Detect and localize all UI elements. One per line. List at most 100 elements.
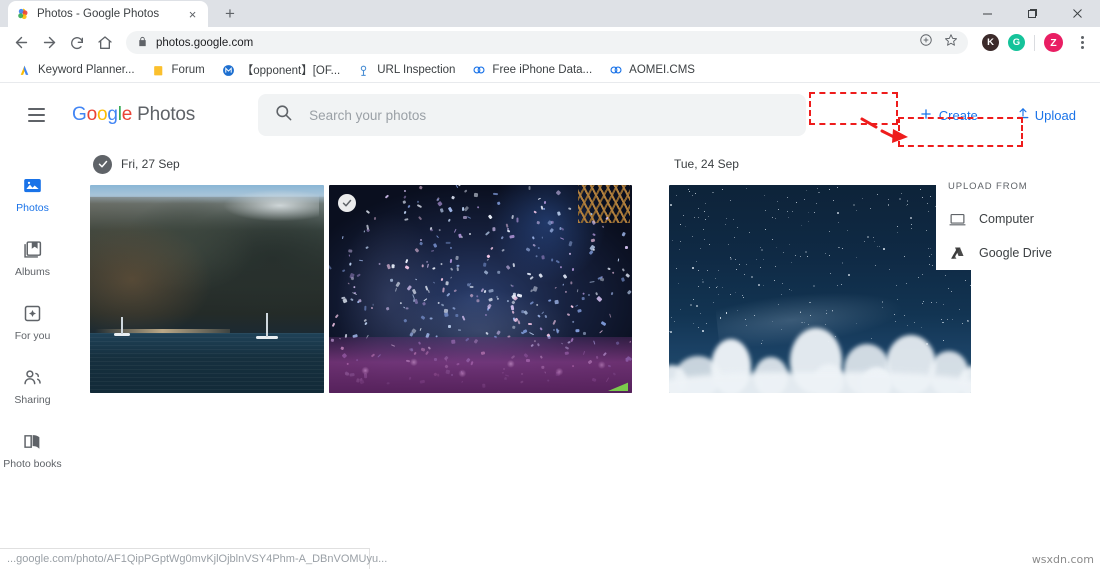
ocean-water [90,332,324,393]
google-photos-favicon [16,7,30,21]
upload-from-drive-label: Google Drive [979,246,1052,260]
checkmark-circle-icon[interactable] [93,154,112,174]
section-date-row: Fri, 27 Sep [90,147,632,181]
hamburger-menu-icon[interactable] [14,93,58,137]
app-sidebar: Photos Albums For you Sharing Photo book… [0,147,65,483]
create-button[interactable]: Create [909,101,988,130]
upload-icon [1016,106,1030,124]
back-button[interactable] [8,30,34,56]
sidebar-item-for-you[interactable]: For you [0,291,65,355]
bookmark-label: Keyword Planner... [38,64,135,76]
photo-books-icon [22,430,44,452]
sidebar-item-albums[interactable]: Albums [0,227,65,291]
search-console-icon [356,63,371,78]
install-icon[interactable] [919,33,933,52]
bookmark-label: Free iPhone Data... [492,64,593,76]
maximize-button[interactable] [1010,0,1055,27]
google-ads-icon [17,63,32,78]
lock-icon [137,34,148,52]
browser-window: Photos - Google Photos × + photos.google… [0,0,1100,586]
window-controls [965,0,1100,27]
for-you-icon [22,302,44,324]
upload-from-drive-item[interactable]: Google Drive [936,236,1082,270]
sharing-icon [22,366,44,388]
upload-button-label: Upload [1034,107,1076,123]
bookmark-label: 【opponent】[OF... [241,65,341,77]
address-bar-url: photos.google.com [156,36,254,49]
logo-product-name: Photos [137,104,196,125]
kebab-menu-icon[interactable] [1072,32,1092,54]
app-header: GooglePhotos Search your photos Create [0,83,1100,147]
logo-letter-o2: o [96,104,108,125]
sidebar-item-label: For you [14,330,51,342]
photo-napali-cliffs[interactable] [90,185,324,393]
bookmark-free-iphone-data[interactable]: Free iPhone Data... [464,61,599,80]
photo-concert-confetti[interactable] [329,185,632,393]
extension-icons: K G Z [976,32,1092,54]
create-button-label: Create [938,107,978,123]
bookmark-aomei-cms[interactable]: AOMEI.CMS [601,61,702,80]
tab-close-icon[interactable]: × [185,7,200,22]
logo-letter-o1: o [86,104,98,125]
address-bar[interactable]: photos.google.com [126,31,968,54]
albums-icon [22,238,44,260]
sidebar-item-label: Photos [16,202,49,214]
photo-night-sky-clouds[interactable] [669,185,971,393]
new-tab-button[interactable]: + [217,3,243,25]
bookmark-label: AOMEI.CMS [629,64,695,76]
home-button[interactable] [92,30,118,56]
google-photos-logo: Google Photos [72,104,195,126]
section-date-label: Tue, 24 Sep [674,157,739,171]
bookmark-label: URL Inspection [377,64,456,76]
extension-k[interactable]: K [982,34,999,51]
bookmarks-bar: Keyword Planner... Forum 【opponent】[OF..… [0,58,1100,83]
concert-crowd [329,336,632,393]
status-bar-url: ...google.com/photo/AF1QipPGptWg0mvKjlOj… [7,553,388,565]
star-icon[interactable] [944,33,958,52]
bookmark-keyword-planner[interactable]: Keyword Planner... [10,61,142,80]
status-bar: ...google.com/photo/AF1QipPGptWg0mvKjlOj… [0,548,387,569]
upload-from-computer-item[interactable]: Computer [936,202,1082,236]
bookmark-opponent[interactable]: 【opponent】[OF... [214,60,347,80]
logo-letter-e: e [121,104,133,125]
photo-section-2: Tue, 24 Sep [669,147,971,393]
tab-strip: Photos - Google Photos × + [0,0,1100,27]
toolbar-divider [1034,34,1035,51]
sidebar-item-photo-books[interactable]: Photo books [0,419,65,483]
cloud-mist [221,189,320,223]
browser-tab[interactable]: Photos - Google Photos × [8,1,208,27]
photo-select-checkmark-circle-icon[interactable] [338,194,356,212]
upload-from-menu: UPLOAD FROM Computer Google Drive [936,173,1082,270]
section-thumbnails [90,181,632,393]
minimize-button[interactable] [965,0,1010,27]
profile-avatar-letter: Z [1050,36,1057,49]
forward-button[interactable] [36,30,62,56]
section-thumbnails [669,181,971,393]
blue-circle-m-icon [221,63,236,78]
upload-button[interactable]: Upload [1004,100,1088,130]
close-window-button[interactable] [1055,0,1100,27]
sidebar-item-photos[interactable]: Photos [0,163,65,227]
search-placeholder: Search your photos [309,107,427,123]
upload-from-computer-label: Computer [979,212,1034,226]
plus-icon [919,107,933,124]
grammarly-extension[interactable]: G [1008,34,1025,51]
search-icon [274,103,293,127]
bookmark-label: Forum [171,64,205,76]
cloud-bank [669,328,971,393]
bookmark-url-inspection[interactable]: URL Inspection [349,61,462,80]
logo-letter-g: G [72,104,87,125]
profile-avatar[interactable]: Z [1044,33,1063,52]
grammarly-letter: G [1012,37,1021,48]
link-icon [608,63,623,78]
section-date-label: Fri, 27 Sep [121,157,180,171]
reload-button[interactable] [64,30,90,56]
sidebar-item-sharing[interactable]: Sharing [0,355,65,419]
search-input[interactable]: Search your photos [258,94,807,136]
sailboat-right-mast [266,313,268,337]
sidebar-item-label: Sharing [14,394,51,406]
photos-icon [22,174,44,196]
bookmark-forum[interactable]: Forum [144,61,212,80]
sidebar-item-label: Albums [14,266,50,278]
google-drive-icon [948,244,966,262]
